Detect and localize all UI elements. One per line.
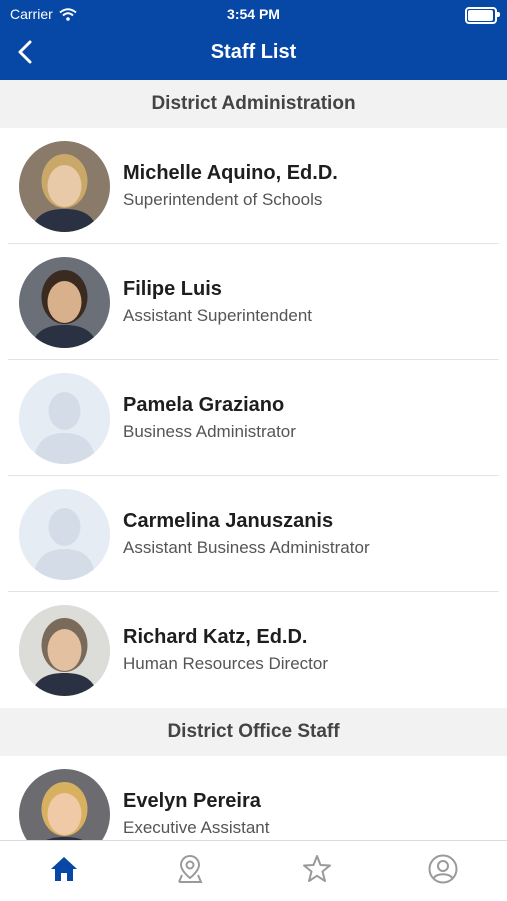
avatar <box>19 605 110 696</box>
staff-row[interactable]: Pamela Graziano Business Administrator <box>0 360 507 476</box>
avatar <box>19 769 110 840</box>
tab-locations[interactable] <box>170 853 210 893</box>
staff-row[interactable]: Richard Katz, Ed.D. Human Resources Direc… <box>0 592 507 708</box>
battery-icon <box>465 7 500 24</box>
status-time: 3:54 PM <box>227 6 280 22</box>
staff-name: Filipe Luis <box>123 278 222 300</box>
avatar-placeholder-icon <box>19 489 110 580</box>
profile-icon <box>428 854 458 884</box>
tab-profile[interactable] <box>423 853 463 893</box>
status-bar: Carrier 3:54 PM <box>0 0 507 28</box>
staff-row[interactable]: Evelyn Pereira Executive Assistant <box>0 756 507 840</box>
navigation-bar: Staff List <box>0 30 507 78</box>
staff-row[interactable]: Filipe Luis Assistant Superintendent <box>0 244 507 360</box>
page-title: Staff List <box>210 41 297 63</box>
staff-row[interactable]: Michelle Aquino, Ed.D. Superintendent of … <box>0 128 507 244</box>
staff-name: Pamela Graziano <box>123 394 285 416</box>
tab-bar <box>0 840 507 901</box>
section-header: District Administration <box>0 80 507 128</box>
staff-name: Michelle Aquino, Ed.D. <box>123 162 338 184</box>
staff-title: Human Resources Director <box>123 654 329 673</box>
staff-title: Superintendent of Schools <box>123 190 323 209</box>
staff-title: Assistant Business Administrator <box>123 538 370 557</box>
staff-name: Carmelina Januszanis <box>123 510 334 532</box>
avatar <box>19 141 110 232</box>
star-icon <box>303 855 331 882</box>
staff-name: Evelyn Pereira <box>123 790 261 812</box>
staff-title: Business Administrator <box>123 422 296 441</box>
home-icon <box>51 857 77 881</box>
top-bar: Carrier 3:54 PM Staff List <box>0 0 507 80</box>
staff-list[interactable]: District Administration Michelle Aquino, … <box>0 80 507 840</box>
tab-favorites[interactable] <box>297 853 337 893</box>
staff-name: Richard Katz, Ed.D. <box>123 626 308 648</box>
section-header: District Office Staff <box>0 708 507 756</box>
tab-home[interactable] <box>44 853 84 893</box>
map-pin-icon <box>178 854 203 883</box>
staff-title: Assistant Superintendent <box>123 306 313 325</box>
staff-title: Executive Assistant <box>123 818 270 837</box>
avatar-placeholder-icon <box>19 373 110 464</box>
avatar <box>19 257 110 348</box>
staff-row[interactable]: Carmelina Januszanis Assistant Business A… <box>0 476 507 592</box>
